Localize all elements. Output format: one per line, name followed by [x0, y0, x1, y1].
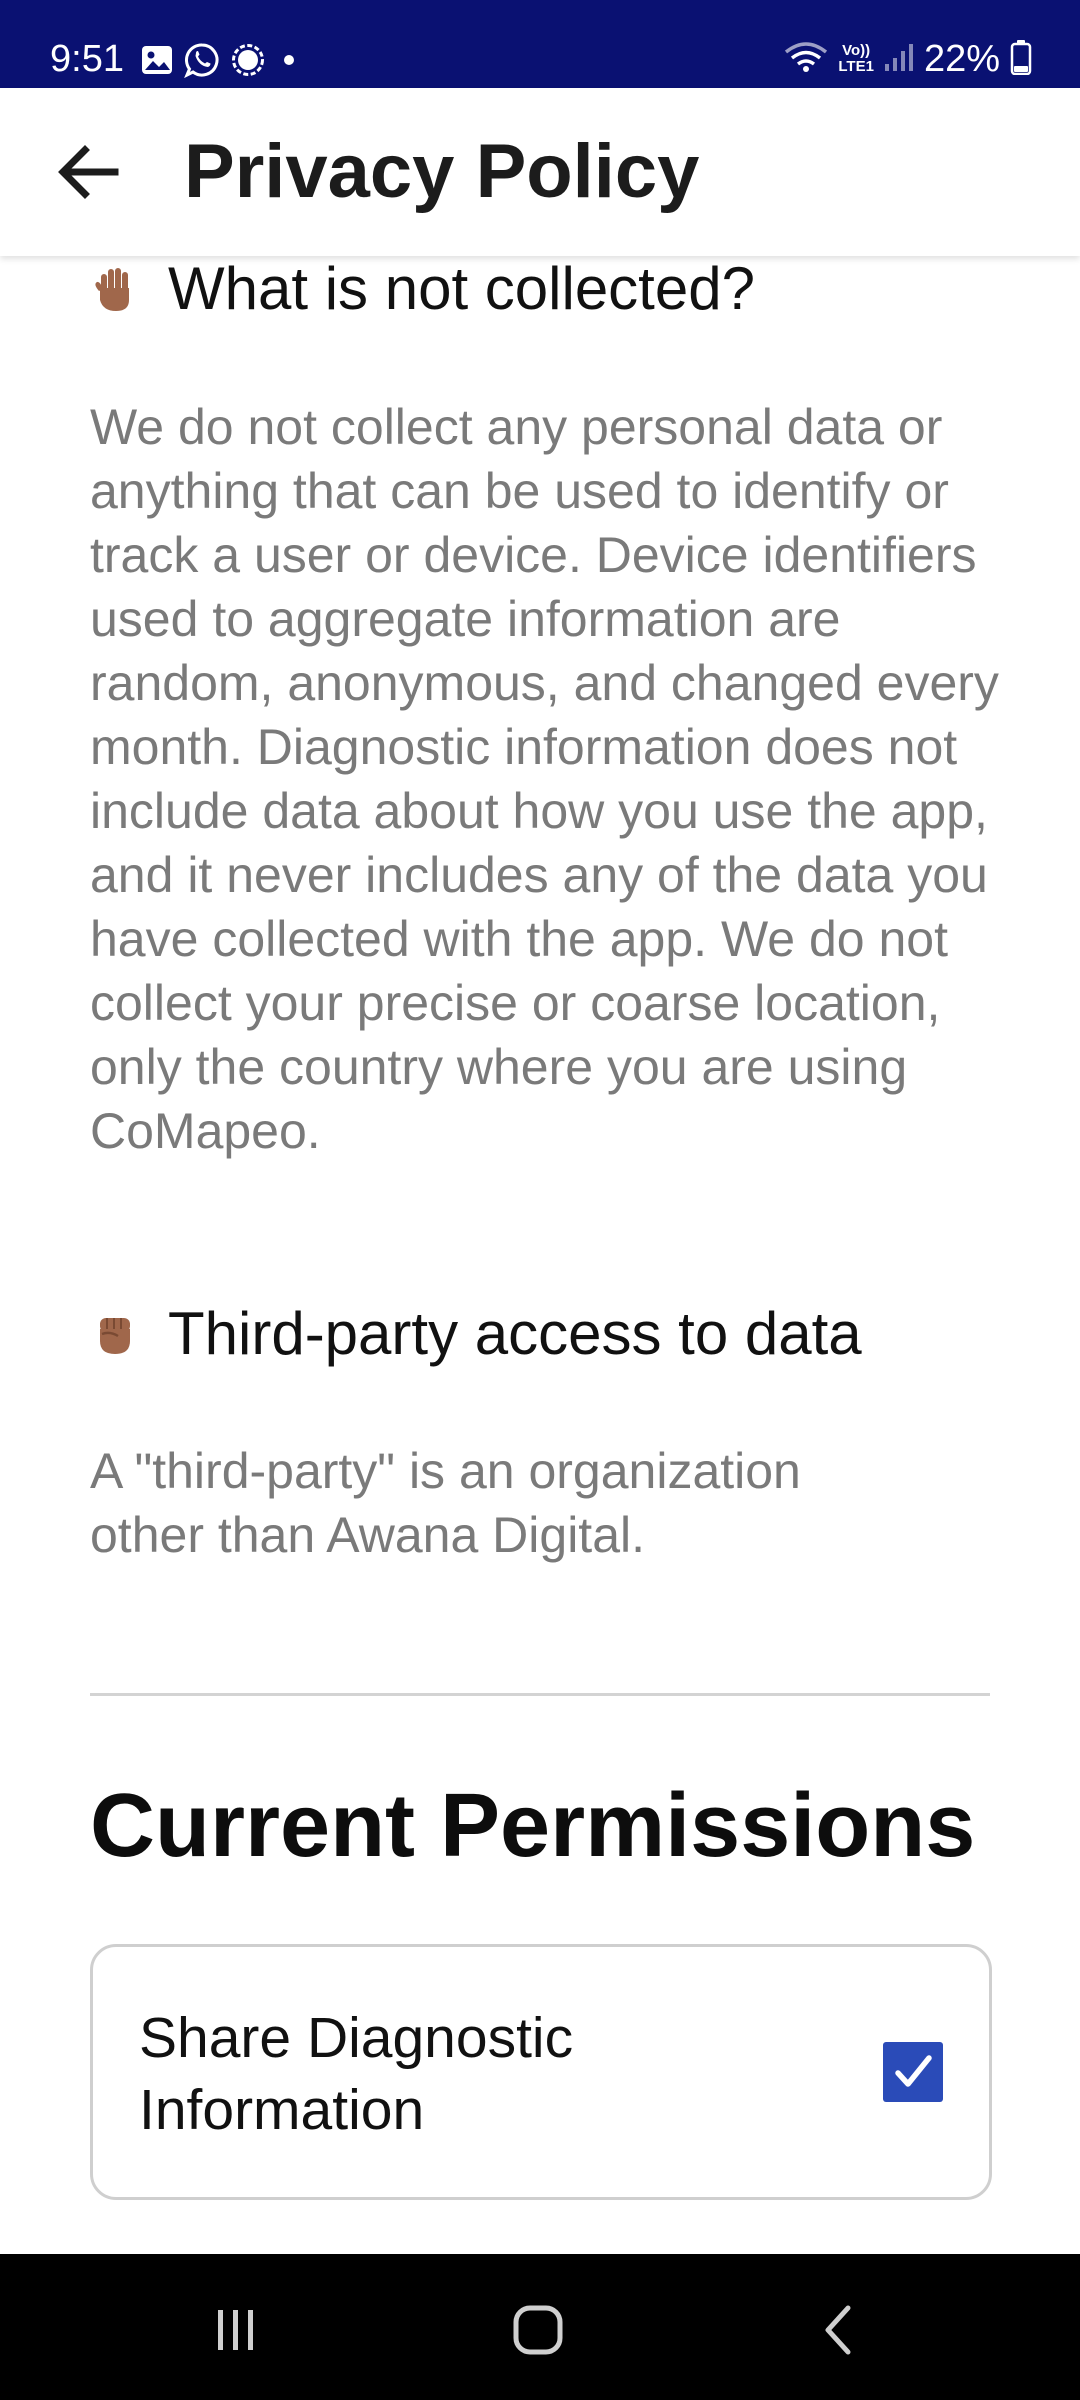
lte-label: LTE1 [838, 58, 874, 75]
checkmark-icon [895, 2055, 932, 2087]
home-button[interactable] [488, 2280, 588, 2380]
back-arrow-icon [58, 145, 119, 199]
section-divider [90, 1693, 990, 1696]
notification-dot-icon [276, 42, 302, 78]
system-navigation-bar [0, 2254, 1080, 2400]
volte-label: Vo)) [842, 42, 871, 59]
status-system-icons: Vo)) LTE1 22% [784, 36, 1032, 82]
status-time: 9:51 [50, 38, 124, 80]
back-button[interactable] [44, 128, 132, 216]
section-heading-not-collected: What is not collected? [90, 256, 755, 324]
screen: 9:51 Vo)) LTE1 22% Privacy Policy What i… [0, 0, 1080, 2400]
recent-apps-button[interactable] [186, 2280, 286, 2380]
permission-label: Share Diagnostic Information [139, 2006, 574, 2142]
page-title: Privacy Policy [184, 129, 700, 214]
raised-hand-emoji-icon [90, 264, 140, 314]
section-heading-text: What is not collected? [168, 256, 755, 322]
permission-card-diagnostic[interactable]: Share Diagnostic Information [90, 1944, 992, 2200]
back-nav-icon [825, 2305, 851, 2355]
cell-signal-icon [884, 42, 914, 77]
status-bar: 9:51 Vo)) LTE1 22% [0, 0, 1080, 88]
section-body-not-collected: We do not collect any personal data or a… [90, 399, 999, 1159]
signal-messenger-icon [230, 42, 266, 78]
whatsapp-icon [184, 42, 220, 78]
section-heading-third-party: Third-party access to data [90, 1299, 862, 1369]
privacy-policy-content[interactable]: What is not collected? We do not collect… [0, 256, 1080, 2254]
back-nav-button[interactable] [790, 2280, 890, 2380]
volte-icon: Vo)) LTE1 [838, 43, 874, 75]
home-icon [513, 2305, 563, 2355]
battery-icon [1010, 39, 1032, 80]
wifi-icon [784, 40, 828, 79]
section-heading-text: Third-party access to data [168, 1300, 862, 1367]
recent-apps-icon [218, 2310, 253, 2350]
battery-percent: 22% [923, 38, 1000, 80]
app-bar: Privacy Policy [0, 88, 1080, 256]
permissions-title: Current Permissions [90, 1776, 976, 1876]
status-notification-icons [140, 42, 302, 78]
section-body-third-party: A "third-party" is an organization other… [90, 1443, 801, 1563]
gallery-icon [140, 43, 174, 77]
share-diagnostic-checkbox[interactable] [883, 2042, 943, 2102]
raised-fist-emoji-icon [90, 1309, 140, 1359]
